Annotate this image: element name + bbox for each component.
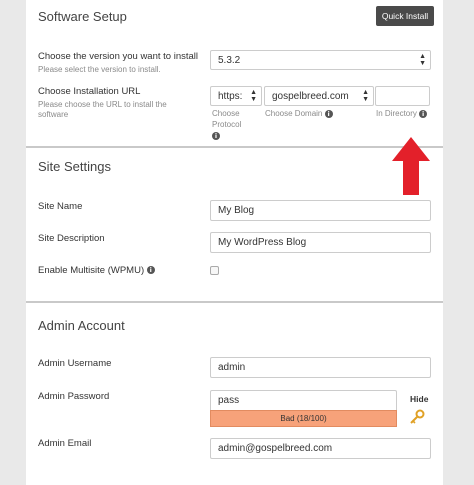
admin-username-input[interactable]: admin bbox=[210, 357, 431, 378]
directory-hint-text: In Directory bbox=[376, 109, 417, 118]
multisite-checkbox[interactable] bbox=[210, 266, 219, 275]
section-title-site-settings: Site Settings bbox=[38, 159, 111, 174]
info-icon[interactable]: i bbox=[146, 266, 155, 275]
admin-username-value: admin bbox=[218, 362, 246, 373]
admin-email-value: admin@gospelbreed.com bbox=[218, 443, 333, 454]
site-name-value: My Blog bbox=[218, 205, 255, 216]
admin-email-label: Admin Email bbox=[38, 438, 92, 449]
select-arrow-icon: ▲ ▼ bbox=[362, 89, 369, 103]
admin-password-value: pass bbox=[218, 395, 240, 406]
directory-hint: In Directory i bbox=[376, 108, 428, 119]
select-arrow-icon: ▲ ▼ bbox=[419, 53, 426, 67]
site-name-label: Site Name bbox=[38, 201, 83, 212]
admin-email-input[interactable]: admin@gospelbreed.com bbox=[210, 438, 431, 459]
domain-hint-text: Choose Domain bbox=[265, 109, 323, 118]
directory-input[interactable] bbox=[375, 86, 430, 106]
admin-username-label: Admin Username bbox=[38, 358, 112, 369]
domain-select-value: gospelbreed.com bbox=[272, 90, 349, 102]
quick-install-button[interactable]: Quick Install bbox=[376, 6, 434, 26]
domain-select[interactable]: gospelbreed.com ▲ ▼ bbox=[264, 86, 374, 106]
admin-password-label: Admin Password bbox=[38, 391, 110, 402]
version-sublabel: Please select the version to install. bbox=[38, 65, 161, 74]
protocol-hint-text: Choose Protocol bbox=[212, 109, 242, 129]
site-settings-panel: Site Settings Site Name My Blog Site Des… bbox=[26, 148, 443, 303]
version-select[interactable]: 5.3.2 ▲ ▼ bbox=[210, 50, 431, 70]
info-icon[interactable]: i bbox=[324, 109, 333, 118]
info-icon[interactable]: i bbox=[419, 109, 428, 118]
annotation-arrow-icon bbox=[392, 137, 430, 195]
multisite-label-text: Enable Multisite (WPMU) bbox=[38, 265, 145, 276]
multisite-label: Enable Multisite (WPMU) i bbox=[38, 265, 155, 276]
section-title-admin-account: Admin Account bbox=[38, 318, 125, 333]
admin-account-panel: Admin Account Admin Username admin Admin… bbox=[26, 303, 443, 485]
protocol-select-value: https: bbox=[218, 90, 243, 102]
admin-password-input[interactable]: pass bbox=[210, 390, 397, 410]
protocol-select[interactable]: https: ▲ ▼ bbox=[210, 86, 262, 106]
key-icon[interactable] bbox=[409, 409, 425, 425]
section-title-software-setup: Software Setup bbox=[38, 9, 127, 24]
protocol-hint: Choose Protocol i bbox=[212, 108, 246, 141]
site-description-label: Site Description bbox=[38, 233, 105, 244]
site-name-input[interactable]: My Blog bbox=[210, 200, 431, 221]
domain-hint: Choose Domain i bbox=[265, 108, 333, 119]
url-label: Choose Installation URL bbox=[38, 86, 141, 97]
url-sublabel: Please choose the URL to install the sof… bbox=[38, 100, 167, 119]
version-select-value: 5.3.2 bbox=[218, 54, 241, 66]
site-description-input[interactable]: My WordPress Blog bbox=[210, 232, 431, 253]
version-label: Choose the version you want to install bbox=[38, 51, 199, 62]
site-description-value: My WordPress Blog bbox=[218, 237, 307, 248]
hide-password-link[interactable]: Hide bbox=[410, 394, 428, 404]
info-icon[interactable]: i bbox=[212, 131, 220, 140]
password-strength-meter: Bad (18/100) bbox=[210, 410, 397, 427]
select-arrow-icon: ▲ ▼ bbox=[250, 89, 257, 103]
software-setup-panel: Software Setup Quick Install Choose the … bbox=[26, 0, 443, 148]
